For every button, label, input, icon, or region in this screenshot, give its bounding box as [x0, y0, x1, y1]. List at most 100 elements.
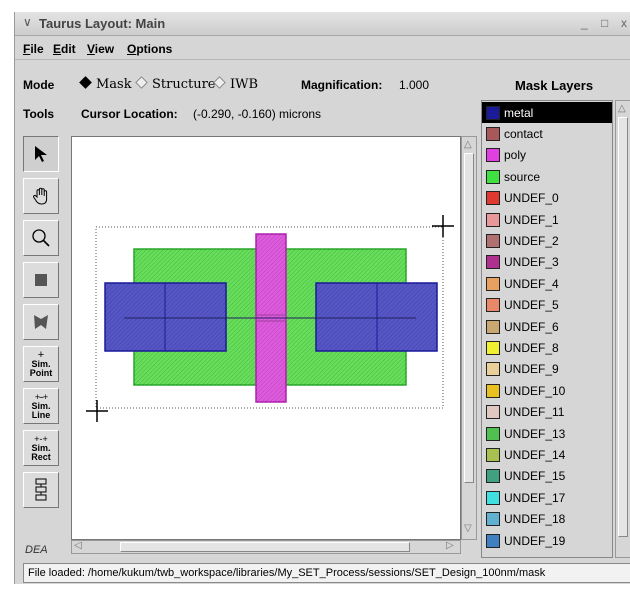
- menu-view-mnemonic: V: [87, 42, 95, 56]
- close-icon[interactable]: x: [621, 16, 627, 30]
- mask-layer-item[interactable]: UNDEF_10: [482, 380, 612, 401]
- layout-canvas[interactable]: [71, 136, 461, 540]
- layer-color-swatch: [486, 383, 500, 398]
- menu-options-mnemonic: O: [127, 42, 137, 56]
- canvas-horizontal-scroll-thumb[interactable]: [120, 542, 410, 552]
- layer-color-swatch: [486, 426, 500, 441]
- hierarchy-icon: [35, 478, 47, 501]
- canvas-horizontal-scrollbar[interactable]: ◁ ▷: [71, 540, 461, 554]
- layer-label: UNDEF_19: [504, 533, 566, 548]
- menu-view[interactable]: View: [87, 42, 114, 56]
- layer-color-swatch: [486, 191, 500, 206]
- layer-label: UNDEF_13: [504, 426, 566, 441]
- mask-layer-item[interactable]: UNDEF_18: [482, 509, 612, 530]
- magnification-value: 1.000: [399, 78, 430, 92]
- layer-color-swatch: [486, 298, 500, 313]
- layer-label: contact: [504, 126, 543, 141]
- mask-layer-item[interactable]: UNDEF_2: [482, 230, 612, 251]
- mask-layer-item[interactable]: metal: [482, 102, 612, 123]
- layer-label: UNDEF_3: [504, 255, 559, 270]
- select-arrow-tool[interactable]: [23, 136, 59, 172]
- mask-layer-item[interactable]: UNDEF_14: [482, 444, 612, 465]
- window-title: Taurus Layout: Main: [39, 16, 166, 31]
- mode-iwb-radio[interactable]: IWB: [213, 76, 258, 92]
- layers-scrollbar[interactable]: △: [615, 100, 630, 558]
- layer-color-swatch: [486, 169, 500, 184]
- minimize-icon[interactable]: _: [581, 16, 588, 30]
- layer-label: UNDEF_18: [504, 512, 566, 527]
- mask-layer-item[interactable]: UNDEF_1: [482, 209, 612, 230]
- menu-edit-mnemonic: E: [53, 42, 62, 56]
- crosshair-top-right-icon: [432, 215, 454, 237]
- taurus-layout-window: ∨ Taurus Layout: Main _ □ x File Edit Vi…: [14, 12, 630, 584]
- layer-color-swatch: [486, 340, 500, 355]
- layer-label: UNDEF_10: [504, 383, 566, 398]
- pan-hand-tool[interactable]: [23, 178, 59, 214]
- layer-color-swatch: [486, 362, 500, 377]
- polygon-tool[interactable]: [23, 304, 59, 340]
- mask-layer-item[interactable]: contact: [482, 123, 612, 144]
- layer-label: UNDEF_9: [504, 362, 559, 377]
- layer-color-swatch: [486, 148, 500, 163]
- sim-rect-tool[interactable]: +-+ Sim. Rect: [23, 430, 59, 466]
- cursor-location-label: Cursor Location:: [81, 107, 178, 121]
- mask-layer-item[interactable]: UNDEF_17: [482, 487, 612, 508]
- mask-layers-title: Mask Layers: [515, 78, 594, 93]
- polygon-icon: [34, 315, 48, 329]
- scroll-left-arrow-icon[interactable]: ◁: [74, 540, 82, 551]
- mask-layer-item[interactable]: source: [482, 166, 612, 187]
- mask-layer-item[interactable]: UNDEF_9: [482, 359, 612, 380]
- menu-file[interactable]: File: [23, 42, 44, 56]
- mask-layer-item[interactable]: UNDEF_3: [482, 252, 612, 273]
- layers-scroll-thumb[interactable]: [618, 117, 628, 537]
- scroll-down-arrow-icon[interactable]: ▽: [464, 523, 472, 534]
- layer-label: UNDEF_15: [504, 469, 566, 484]
- mask-layer-item[interactable]: UNDEF_5: [482, 295, 612, 316]
- layer-color-swatch: [486, 212, 500, 227]
- mode-mask-radio[interactable]: Mask: [79, 76, 132, 92]
- layer-label: poly: [504, 148, 527, 163]
- layer-color-swatch: [486, 126, 500, 141]
- mask-layer-item[interactable]: UNDEF_13: [482, 423, 612, 444]
- menu-edit-label: dit: [61, 42, 76, 56]
- menu-options[interactable]: Options: [127, 42, 172, 56]
- layer-label: UNDEF_14: [504, 447, 566, 462]
- filled-rectangle-icon: [35, 274, 47, 286]
- mask-layer-item[interactable]: UNDEF_11: [482, 402, 612, 423]
- mode-structure-radio[interactable]: Structure: [135, 76, 216, 92]
- sim-point-line2: Point: [29, 367, 53, 378]
- mask-layer-item[interactable]: UNDEF_4: [482, 273, 612, 294]
- menu-bar: File Edit View Options: [15, 38, 630, 60]
- mask-layer-item[interactable]: UNDEF_15: [482, 466, 612, 487]
- layer-label: UNDEF_1: [504, 212, 559, 227]
- menu-edit[interactable]: Edit: [53, 42, 76, 56]
- mode-label: Mode: [23, 78, 55, 92]
- layer-label: UNDEF_4: [504, 276, 559, 291]
- mask-layer-item[interactable]: UNDEF_0: [482, 188, 612, 209]
- mask-layer-item[interactable]: UNDEF_19: [482, 530, 612, 551]
- cursor-location-value: (-0.290, -0.160) microns: [193, 107, 322, 121]
- scroll-right-arrow-icon[interactable]: ▷: [446, 540, 454, 551]
- hand-icon: [33, 187, 48, 205]
- radio-selected-icon: [79, 76, 92, 89]
- rectangle-tool[interactable]: [23, 262, 59, 298]
- mask-layer-item[interactable]: UNDEF_8: [482, 337, 612, 358]
- layer-color-swatch: [486, 233, 500, 248]
- layers-scroll-up-icon[interactable]: △: [618, 103, 626, 114]
- partial-tool-label: DEA: [25, 544, 48, 556]
- layer-color-swatch: [486, 490, 500, 505]
- window-menu-chevron-icon[interactable]: ∨: [23, 15, 32, 29]
- mask-layers-list: metal contact poly source UNDEF_0 UNDEF_1 UNDE…: [481, 100, 613, 558]
- canvas-vertical-scroll-thumb[interactable]: [464, 153, 474, 483]
- zoom-tool[interactable]: [23, 220, 59, 256]
- canvas-vertical-scrollbar[interactable]: △ ▽: [461, 136, 477, 540]
- sim-point-tool[interactable]: + Sim. Point: [23, 346, 59, 382]
- scroll-up-arrow-icon[interactable]: △: [464, 139, 472, 150]
- hierarchy-tool[interactable]: [23, 472, 59, 508]
- mask-layer-item[interactable]: poly: [482, 145, 612, 166]
- maximize-icon[interactable]: □: [601, 16, 608, 30]
- title-bar: ∨ Taurus Layout: Main _ □ x: [15, 12, 630, 36]
- mask-layer-item[interactable]: UNDEF_6: [482, 316, 612, 337]
- layer-label: UNDEF_6: [504, 319, 559, 334]
- sim-line-tool[interactable]: +--+ Sim. Line: [23, 388, 59, 424]
